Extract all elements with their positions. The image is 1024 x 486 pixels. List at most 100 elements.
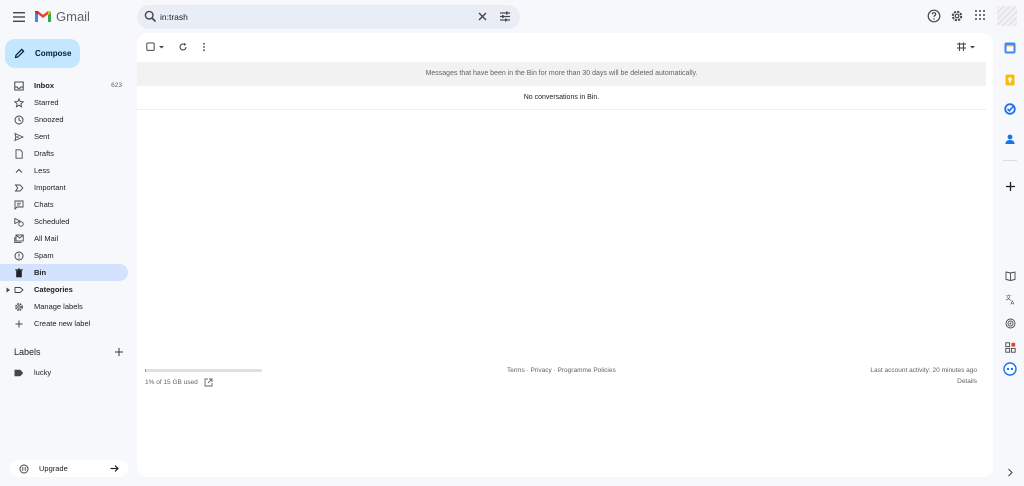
keep-icon <box>1005 74 1015 86</box>
sidebar-item-create-label[interactable]: Create new label <box>0 315 128 332</box>
sidebar-item-label: Starred <box>34 98 59 107</box>
gmail-logo-text: Gmail <box>56 9 90 24</box>
sidebar-item-sent[interactable]: Sent <box>0 128 128 145</box>
compose-button[interactable]: Compose <box>5 39 80 68</box>
search-options-icon[interactable] <box>499 11 511 22</box>
open-in-new-icon[interactable] <box>204 378 213 387</box>
send-icon <box>14 132 24 142</box>
hide-side-panel-button[interactable] <box>1002 464 1018 480</box>
sidebar-item-label: Spam <box>34 251 54 260</box>
target-tool-button[interactable] <box>1002 315 1018 331</box>
label-item-lucky[interactable]: lucky <box>14 368 51 377</box>
empty-state-message: No conversations in Bin. <box>137 86 986 110</box>
labels-section-header: Labels <box>14 347 124 357</box>
storage-usage: 1% of 15 GB used <box>145 378 213 387</box>
sidebar-item-label: Important <box>34 183 66 192</box>
chevron-right-icon <box>1008 468 1013 476</box>
select-checkbox-icon[interactable] <box>146 42 165 52</box>
pencil-icon <box>14 48 25 59</box>
upgrade-label: Upgrade <box>39 464 68 473</box>
gmail-m-icon <box>35 11 51 22</box>
help-icon[interactable] <box>927 9 941 23</box>
keep-app-button[interactable] <box>1002 72 1018 88</box>
clock-icon <box>14 115 24 125</box>
get-addons-button[interactable] <box>1002 178 1018 194</box>
details-link[interactable]: Details <box>957 378 977 385</box>
sidebar-item-label: Manage labels <box>34 302 83 311</box>
apps-grid-icon[interactable] <box>974 9 986 21</box>
sidebar-item-inbox[interactable]: Inbox 623 <box>0 77 128 94</box>
sidebar-item-label: Categories <box>34 285 73 294</box>
more-vert-icon[interactable] <box>201 42 207 52</box>
sidebar-item-drafts[interactable]: Drafts <box>0 145 128 162</box>
calendar-icon <box>1004 42 1016 54</box>
sidebar-item-scheduled[interactable]: Scheduled <box>0 213 128 230</box>
sidebar-item-label: Inbox <box>34 81 54 90</box>
close-icon[interactable] <box>477 11 488 22</box>
gear-icon <box>14 302 24 312</box>
sidebar-item-spam[interactable]: Spam <box>0 247 128 264</box>
storage-progress-fill <box>145 369 147 372</box>
assistant-button[interactable] <box>1002 361 1018 377</box>
main-menu-button[interactable] <box>10 8 28 26</box>
sidebar-item-important[interactable]: Important <box>0 179 128 196</box>
translate-button[interactable]: 文A <box>1002 291 1018 307</box>
translate-icon: 文A <box>1005 294 1014 305</box>
storage-usage-text: 1% of 15 GB used <box>145 379 198 386</box>
draft-icon <box>14 148 24 159</box>
svg-text:A: A <box>1010 300 1014 305</box>
assistant-icon <box>1003 362 1017 376</box>
extensions-button[interactable] <box>1002 339 1018 355</box>
trash-icon <box>14 268 24 278</box>
search-bar[interactable]: in:trash <box>137 5 520 29</box>
search-icon[interactable] <box>144 10 157 23</box>
sidebar-item-bin[interactable]: Bin <box>0 264 128 281</box>
label-icon <box>14 285 24 295</box>
label-filled-icon <box>14 369 24 376</box>
arrow-right-icon <box>110 465 119 472</box>
reader-mode-button[interactable] <box>1002 267 1018 283</box>
add-label-button[interactable] <box>114 346 124 360</box>
main-panel: Messages that have been in the Bin for m… <box>137 33 993 477</box>
sidebar-item-all-mail[interactable]: All Mail <box>0 230 128 247</box>
footer-links[interactable]: Terms · Privacy · Programme Policies <box>507 367 616 374</box>
contacts-icon <box>1005 134 1015 144</box>
search-input[interactable]: in:trash <box>160 12 188 22</box>
label-name: lucky <box>34 368 52 377</box>
upgrade-button[interactable]: Upgrade <box>10 460 128 477</box>
refresh-icon[interactable] <box>178 42 188 52</box>
target-icon <box>1005 318 1015 328</box>
gear-icon[interactable] <box>950 9 964 23</box>
gmail-logo[interactable]: Gmail <box>34 9 90 24</box>
spam-icon <box>14 251 24 261</box>
inbox-icon <box>14 81 24 91</box>
bin-notice-banner: Messages that have been in the Bin for m… <box>137 62 986 86</box>
sidebar-item-label: Less <box>34 166 50 175</box>
inbox-count: 623 <box>111 82 122 89</box>
tasks-app-button[interactable] <box>1002 101 1018 117</box>
last-activity: Last account activity: 20 minutes ago <box>870 367 977 374</box>
sidebar-item-label: Bin <box>34 268 47 277</box>
sidebar-item-chats[interactable]: Chats <box>0 196 128 213</box>
upgrade-icon <box>19 464 29 473</box>
top-bar: Gmail in:trash <box>0 0 1024 34</box>
input-tools-icon[interactable] <box>956 42 976 52</box>
sidebar-item-snoozed[interactable]: Snoozed <box>0 111 128 128</box>
side-panel-divider <box>1003 160 1017 161</box>
account-avatar[interactable] <box>997 6 1017 26</box>
calendar-app-button[interactable] <box>1002 40 1018 56</box>
book-icon <box>1005 270 1015 281</box>
sidebar-item-manage-labels[interactable]: Manage labels <box>0 298 128 315</box>
sidebar-item-label: Chats <box>34 200 54 209</box>
contacts-app-button[interactable] <box>1002 131 1018 147</box>
sidebar-item-categories[interactable]: Categories <box>0 281 128 298</box>
tasks-icon <box>1004 103 1016 115</box>
expand-arrow-icon[interactable] <box>6 287 11 293</box>
sidebar-item-starred[interactable]: Starred <box>0 94 128 111</box>
star-icon <box>14 97 24 108</box>
labels-title: Labels <box>14 347 41 357</box>
plus-icon <box>115 348 123 356</box>
sidebar-item-label: Create new label <box>34 319 91 328</box>
sidebar-item-less[interactable]: Less <box>0 162 128 179</box>
sidebar-item-label: Drafts <box>34 149 55 158</box>
